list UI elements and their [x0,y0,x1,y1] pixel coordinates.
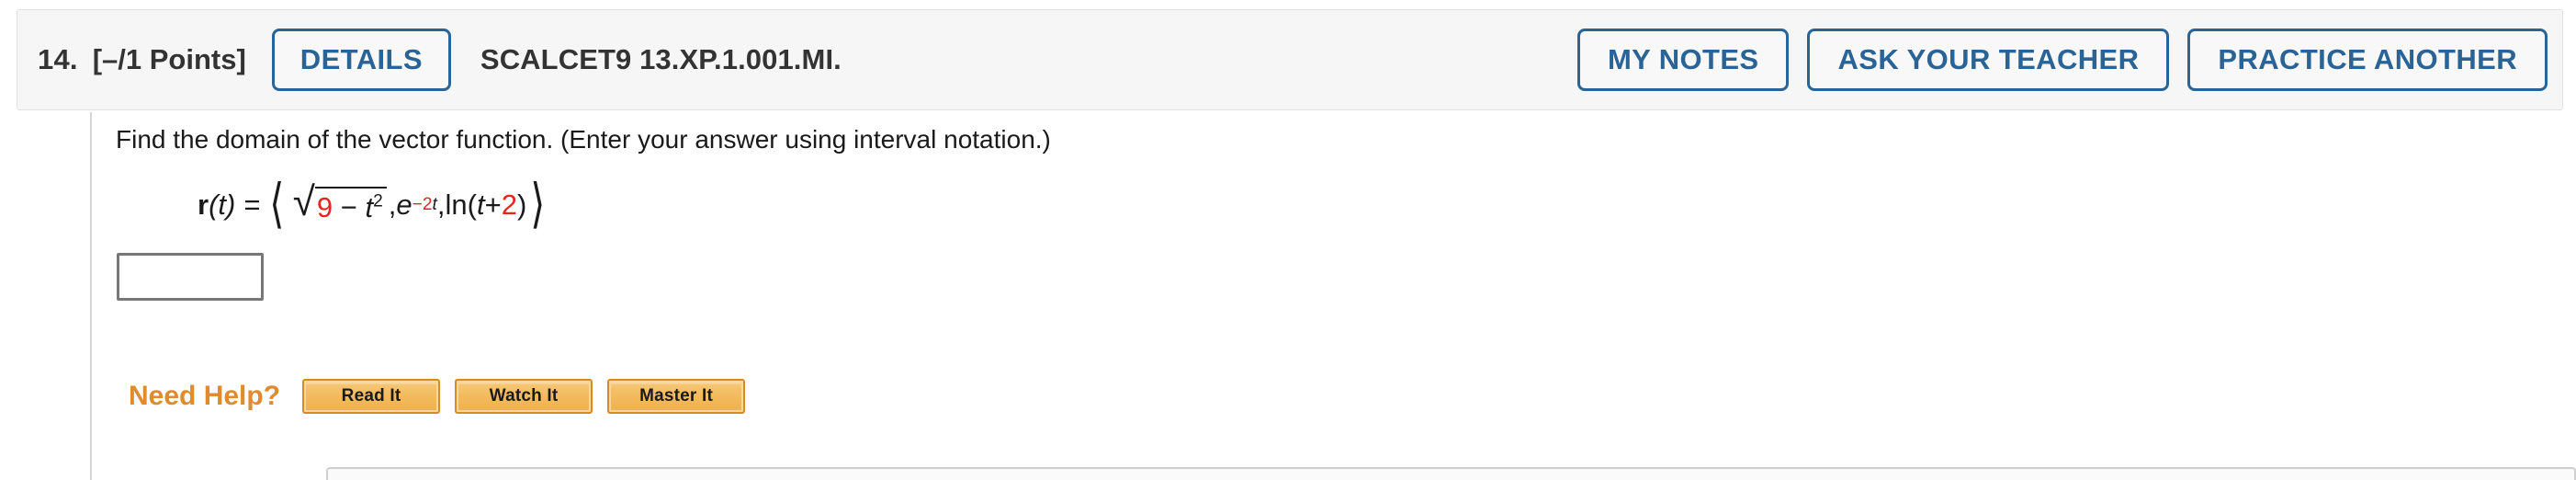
formula-ln-variable: t [476,189,485,222]
formula-exp-coefficient: −2 [412,195,433,215]
question-number: 14. [38,43,78,75]
answer-input[interactable] [117,253,264,301]
watch-it-button[interactable]: Watch It [455,379,593,414]
need-help-row: Need Help? Read It Watch It Master It [129,379,760,414]
question-points: [–/1 Points] [92,43,246,75]
formula-function-var: (t) = [209,189,261,222]
formula-square-root: √ 9 − t2 [292,179,387,225]
practice-another-button[interactable]: PRACTICE ANOTHER [2187,29,2548,91]
ask-your-teacher-button[interactable]: ASK YOUR TEACHER [1807,29,2170,91]
question-header-bar: 14. [–/1 Points] DETAILS SCALCET9 13.XP.… [17,9,2563,110]
question-content-panel: Find the domain of the vector function. … [90,112,2576,480]
master-it-button[interactable]: Master It [607,379,746,414]
radical-sign-icon: √ [292,179,315,225]
formula-open-angle-bracket: ⟨ [269,174,285,234]
question-header-left: 14. [–/1 Points] DETAILS SCALCET9 13.XP.… [38,29,842,91]
formula-exp-base: e [396,189,412,222]
formula-radicand-exponent: 2 [373,191,383,211]
read-it-button[interactable]: Read It [302,379,441,414]
formula-close-angle-bracket: ⟩ [530,174,546,234]
question-prompt: Find the domain of the vector function. … [116,125,1051,154]
formula-separator-2: , [436,189,446,222]
formula-ln-plus: + [484,189,502,222]
formula-radicand: 9 − t2 [314,187,387,224]
formula-ln-open: ln( [445,189,477,222]
my-notes-button[interactable]: MY NOTES [1576,29,1790,91]
formula-radicand-constant: 9 [316,191,333,224]
problem-id-label: SCALCET9 13.XP.1.001.MI. [480,43,842,75]
formula-radicand-minus: − [333,191,366,224]
details-button[interactable]: DETAILS [271,29,451,91]
formula-radicand-variable: t [365,191,374,224]
formula-ln-close: ) [516,189,527,222]
question-header-actions: MY NOTES ASK YOUR TEACHER PRACTICE ANOTH… [1576,29,2548,91]
vector-function-formula: r (t) = ⟨ √ 9 − t2 , e −2t , ln(t + 2) ⟩ [198,174,549,234]
formula-function-name: r [198,189,209,222]
need-help-label: Need Help? [129,381,281,411]
formula-separator-1: , [388,189,397,222]
next-section-panel [326,467,2576,480]
formula-ln-constant: 2 [501,189,517,222]
